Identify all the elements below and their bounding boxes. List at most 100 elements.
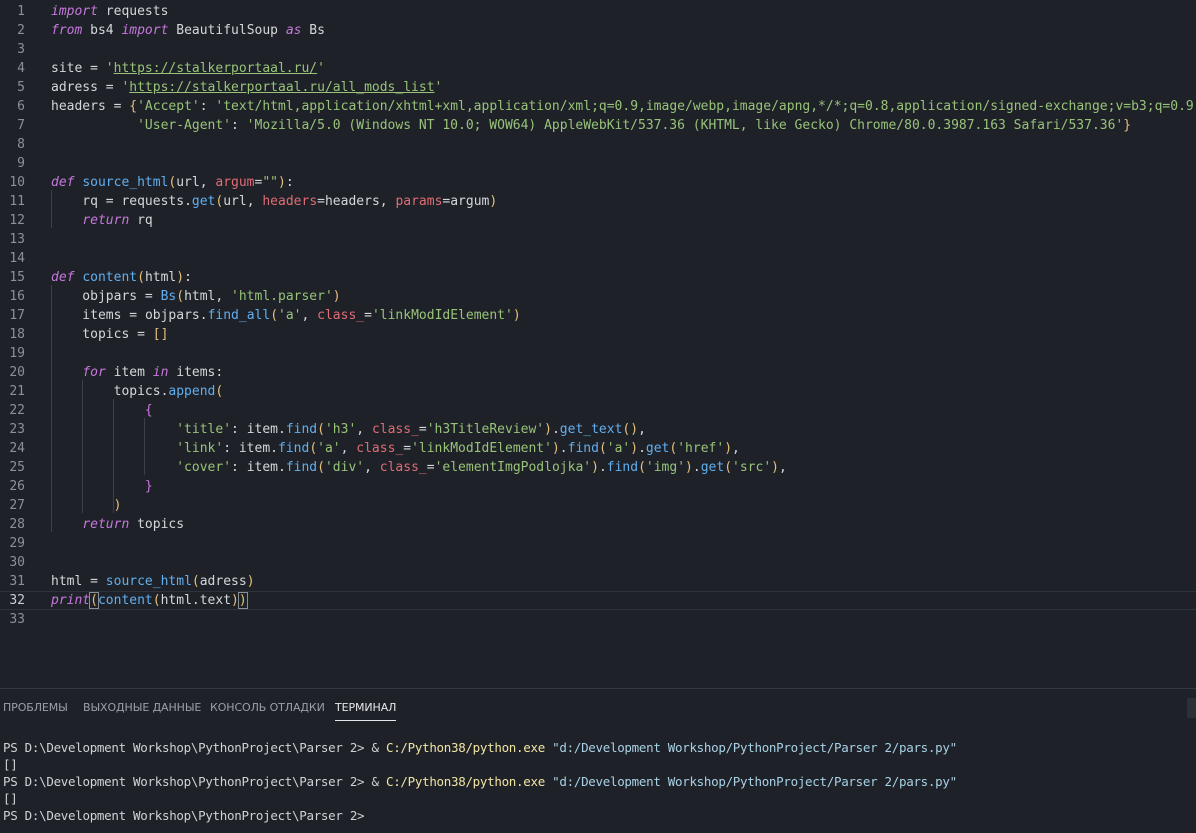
function-token: find — [567, 441, 599, 456]
code-line[interactable]: 13 — [0, 230, 1196, 249]
code-line[interactable]: 33 — [0, 610, 1196, 629]
bracket-token: ( — [598, 441, 607, 456]
identifier-token: adress — [51, 80, 106, 95]
terminal-output[interactable]: PS D:\Development Workshop\PythonProject… — [3, 739, 957, 824]
string-token: 'Mozilla/5.0 (Windows NT 10.0; WOW64) Ap… — [246, 118, 1124, 133]
identifier-token — [51, 460, 176, 475]
identifier-token: . — [692, 460, 701, 475]
terminal-prompt: PS D:\Development Workshop\PythonProject… — [3, 774, 372, 789]
string-token: 'User-Agent' — [137, 118, 232, 133]
identifier-token: requests — [97, 4, 169, 19]
identifier-token: item. — [246, 422, 286, 437]
code-line[interactable]: 3 — [0, 40, 1196, 59]
code-line[interactable]: 20 for item in items: — [0, 363, 1196, 382]
panel-control[interactable] — [1187, 698, 1196, 718]
code-line[interactable]: 17 items = objpars.find_all('a', class_=… — [0, 306, 1196, 325]
line-code: for item in items: — [51, 363, 223, 382]
code-line[interactable]: 5 adress = 'https://stalkerportaal.ru/all… — [0, 78, 1196, 97]
bracket-token: ( — [152, 593, 161, 608]
code-line[interactable]: 28 return topics — [0, 515, 1196, 534]
tab-debug-console[interactable]: КОНСОЛЬ ОТЛАДКИ — [210, 701, 325, 714]
tab-terminal[interactable]: ТЕРМИНАЛ — [335, 701, 397, 721]
code-line[interactable]: 1 import requests — [0, 2, 1196, 21]
line-number: 30 — [9, 555, 25, 570]
operator-token: = — [113, 99, 130, 114]
operator-token: = — [403, 441, 412, 456]
code-line[interactable]: 4 site = 'https://stalkerportaal.ru/' — [0, 59, 1196, 78]
code-line[interactable]: 18 topics = [] — [0, 325, 1196, 344]
identifier-token: requests. — [121, 194, 192, 209]
bracket-token: ( — [137, 270, 145, 285]
function-token: content — [97, 593, 153, 608]
code-line[interactable]: 23 'title': item.find('h3', class_='h3Ti… — [0, 420, 1196, 439]
identifier-token — [51, 422, 176, 437]
line-code: return rq — [51, 211, 152, 230]
code-line[interactable]: 31 html = source_html(adress) — [0, 572, 1196, 591]
terminal-argument: "d:/Development Workshop/PythonProject/P… — [544, 774, 957, 789]
code-line[interactable]: 14 — [0, 249, 1196, 268]
parameter-token: class_ — [379, 460, 427, 475]
operator-token: = — [129, 308, 145, 323]
identifier-token: items: — [168, 365, 224, 380]
code-line[interactable]: 19 — [0, 344, 1196, 363]
string-token: 'a' — [278, 308, 302, 323]
bracket-token: ( — [317, 460, 325, 475]
code-line[interactable]: 11 rq = requests.get(url, headers=header… — [0, 192, 1196, 211]
code-line[interactable]: 21 topics.append( — [0, 382, 1196, 401]
code-editor[interactable]: 1 import requests 2 from bs4 import Beautif… — [0, 0, 1196, 688]
code-line[interactable]: 2 from bs4 import BeautifulSoup as Bs — [0, 21, 1196, 40]
code-line[interactable]: 29 — [0, 534, 1196, 553]
function-token: source_html — [105, 574, 192, 589]
url-link[interactable]: https://stalkerportaal.ru/ — [114, 61, 318, 76]
line-code: from bs4 import BeautifulSoup as Bs — [51, 21, 325, 40]
code-line[interactable]: 32 print(content(html.text)) — [0, 591, 1196, 610]
code-line[interactable]: 22 { — [0, 401, 1196, 420]
identifier-token: rq — [51, 194, 106, 209]
code-line[interactable]: 6 headers = {'Accept': 'text/html,applica… — [0, 97, 1196, 116]
code-line[interactable]: 7 'User-Agent': 'Mozilla/5.0 (Windows NT… — [0, 116, 1196, 135]
line-number: 8 — [17, 137, 25, 152]
function-token: content — [82, 270, 138, 285]
line-number: 4 — [17, 61, 25, 76]
code-line[interactable]: 24 'link': item.find('a', class_='linkMo… — [0, 439, 1196, 458]
line-code: rq = requests.get(url, headers=headers, … — [51, 192, 497, 211]
identifier-token — [51, 517, 82, 532]
parameter-token: headers — [262, 194, 318, 209]
function-token: find — [285, 460, 318, 475]
code-line[interactable]: 16 objpars = Bs(html, 'html.parser') — [0, 287, 1196, 306]
identifier-token: topics — [51, 327, 138, 342]
line-number: 6 — [17, 99, 25, 114]
operator-token: = — [317, 194, 325, 209]
operator-token: = — [90, 61, 106, 76]
parameter-token: class_ — [371, 422, 419, 437]
bracket-token: ) — [724, 441, 733, 456]
line-number: 1 — [17, 4, 25, 19]
bracket-token: ) — [630, 441, 639, 456]
line-number: 21 — [9, 384, 25, 399]
function-token: find_all — [207, 308, 271, 323]
line-code: topics.append( — [51, 382, 224, 401]
code-line[interactable]: 10 def source_html(url, argum=""): — [0, 173, 1196, 192]
line-number: 12 — [9, 213, 25, 228]
function-token: find — [285, 422, 318, 437]
code-line[interactable]: 26 } — [0, 477, 1196, 496]
line-code: 'title': item.find('h3', class_='h3Title… — [51, 420, 646, 439]
line-number: 25 — [9, 460, 25, 475]
code-line[interactable]: 15 def content(html): — [0, 268, 1196, 287]
line-code: } — [51, 477, 153, 496]
string-token: 'text/html,application/xhtml+xml,applica… — [215, 99, 1196, 114]
code-line[interactable]: 8 — [0, 135, 1196, 154]
bracket-token: ) — [685, 460, 693, 475]
code-line[interactable]: 25 'cover': item.find('div', class_='ele… — [0, 458, 1196, 477]
tab-output[interactable]: ВЫХОДНЫЕ ДАННЫЕ — [83, 701, 201, 714]
identifier-token: bs4 — [82, 23, 122, 38]
identifier-token: . — [598, 460, 607, 475]
code-line[interactable]: 12 return rq — [0, 211, 1196, 230]
url-link[interactable]: https://stalkerportaal.ru/all_mods_list — [129, 80, 434, 95]
code-line[interactable]: 27 ) — [0, 496, 1196, 515]
code-line[interactable]: 9 — [0, 154, 1196, 173]
bracket-token: ) — [551, 441, 560, 456]
identifier-token: , — [301, 308, 318, 323]
code-line[interactable]: 30 — [0, 553, 1196, 572]
tab-problems[interactable]: ПРОБЛЕМЫ — [3, 701, 68, 714]
